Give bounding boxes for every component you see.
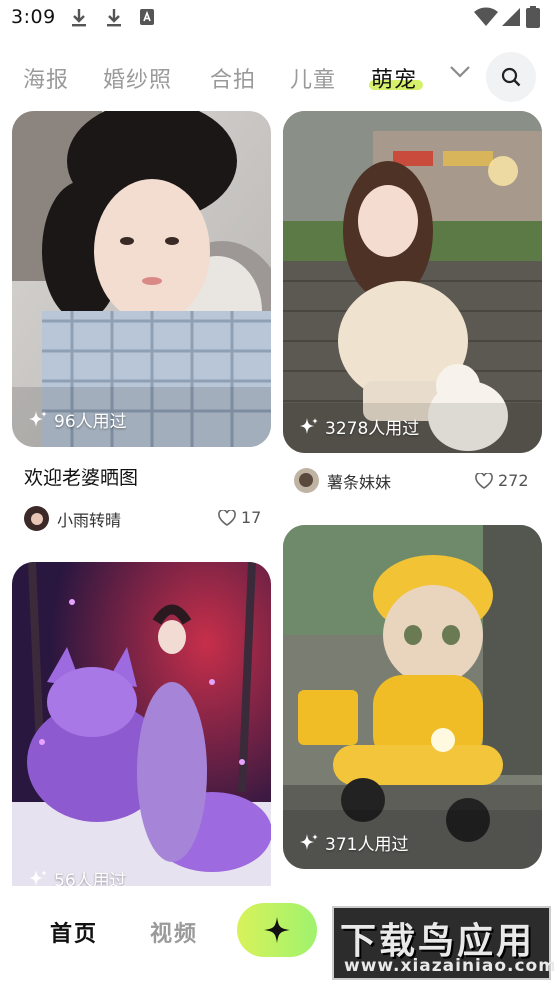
usage-label: 371人用过 — [325, 835, 409, 855]
tab-group-photo[interactable]: 合拍 — [210, 62, 256, 94]
card-image — [283, 525, 542, 869]
tab-children[interactable]: 儿童 — [290, 62, 336, 94]
usage-label: 3278人用过 — [325, 419, 420, 439]
search-icon — [501, 67, 521, 87]
card-image — [12, 111, 271, 447]
sparkle-icon — [300, 833, 318, 850]
status-bar: 3:09 — [0, 0, 554, 38]
heart-icon — [218, 509, 236, 526]
template-card[interactable]: 371人用过 — [283, 525, 542, 869]
like-count[interactable]: 17 — [218, 508, 261, 527]
sparkle-icon — [300, 417, 318, 434]
avatar — [24, 506, 49, 531]
template-card[interactable]: 96人用过 欢迎老婆晒图 小雨转晴 17 — [12, 111, 271, 531]
nav-video[interactable]: 视频 — [150, 916, 198, 948]
likes-label: 272 — [498, 471, 529, 490]
card-author[interactable]: 小雨转晴 — [24, 506, 121, 531]
heart-icon — [475, 472, 493, 489]
tab-poster[interactable]: 海报 — [23, 62, 69, 94]
download-icon — [105, 8, 123, 32]
signal-icon — [501, 7, 521, 31]
sparkle-icon — [29, 410, 47, 427]
usage-count: 371人用过 — [299, 830, 408, 855]
usage-count: 96人用过 — [28, 407, 127, 432]
tab-pets[interactable]: 萌宠 — [371, 62, 417, 94]
card-image — [283, 111, 542, 453]
usage-count: 3278人用过 — [299, 414, 419, 439]
card-image — [12, 562, 271, 886]
font-icon — [139, 8, 155, 30]
create-button[interactable] — [237, 903, 317, 957]
card-title: 欢迎老婆晒图 — [24, 467, 139, 489]
download-icon — [70, 8, 88, 32]
watermark-url: www.xiazainiao.com — [344, 956, 554, 976]
template-card[interactable]: 56人用过 — [12, 562, 271, 891]
chevron-down-icon[interactable] — [448, 64, 472, 84]
avatar — [294, 468, 319, 493]
author-name: 小雨转晴 — [57, 510, 122, 530]
watermark-logo: 下载鸟应用 www.xiazainiao.com — [332, 906, 554, 980]
usage-label: 96人用过 — [54, 412, 127, 432]
search-button[interactable] — [486, 52, 536, 102]
wifi-icon — [474, 7, 498, 31]
like-count[interactable]: 272 — [475, 471, 529, 490]
tab-wedding-photo[interactable]: 婚纱照 — [103, 62, 172, 94]
template-card[interactable]: 3278人用过 薯条妹妹 272 — [283, 111, 542, 501]
sparkle-icon — [264, 917, 290, 943]
likes-label: 17 — [241, 508, 262, 527]
battery-icon — [526, 6, 540, 32]
status-time: 3:09 — [11, 6, 56, 28]
nav-home[interactable]: 首页 — [50, 916, 98, 948]
author-name: 薯条妹妹 — [327, 472, 392, 492]
card-author[interactable]: 薯条妹妹 — [294, 468, 391, 493]
